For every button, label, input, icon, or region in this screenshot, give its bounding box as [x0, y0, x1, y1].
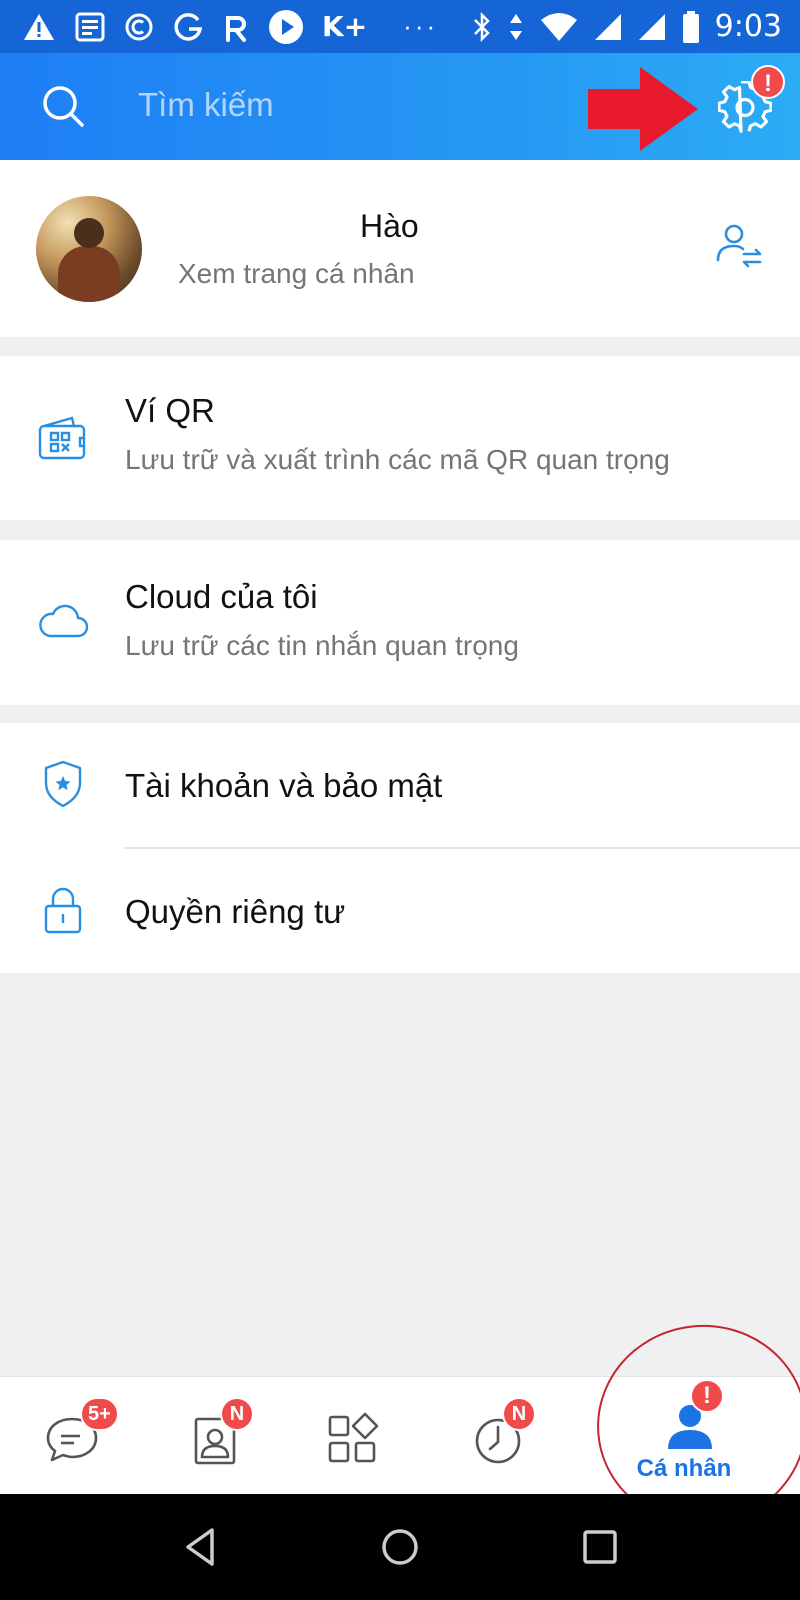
g-icon [172, 10, 204, 44]
warning-icon [22, 10, 56, 44]
status-bar: K+ ··· 9:03 [0, 0, 800, 53]
lock-icon [36, 883, 90, 937]
contacts-new-badge: N [220, 1397, 254, 1431]
kplus-icon: K+ [322, 10, 368, 43]
play-icon [268, 9, 304, 44]
data-arrows-icon [507, 10, 525, 44]
account-security-row[interactable]: Tài khoản và bảo mật [0, 723, 800, 847]
qr-wallet-title: Ví QR [125, 392, 215, 429]
profile-alert-badge: ! [690, 1379, 724, 1413]
bluetooth-icon [471, 10, 493, 44]
news-icon [74, 10, 106, 44]
tab-messages[interactable]: 5+ [16, 1377, 156, 1495]
signal-icon [593, 10, 623, 44]
search-input[interactable]: Tìm kiếm [138, 86, 274, 124]
switch-account-icon[interactable] [712, 220, 768, 276]
account-security-title: Tài khoản và bảo mật [125, 767, 443, 804]
my-cloud-row[interactable]: Cloud của tôi Lưu trữ các tin nhắn quan … [0, 540, 800, 705]
header-bar: Tìm kiếm ! [0, 53, 800, 160]
home-icon[interactable] [375, 1522, 425, 1572]
search-icon[interactable] [40, 83, 86, 129]
r-icon [222, 10, 250, 44]
settings-group: Tài khoản và bảo mật Quyền riêng tư [0, 723, 800, 973]
cloud-icon [36, 596, 90, 650]
android-navigation-bar [0, 1494, 800, 1600]
my-cloud-subtitle: Lưu trữ các tin nhắn quan trọng [125, 630, 519, 661]
wifi-icon [539, 10, 579, 44]
back-icon[interactable] [176, 1522, 226, 1572]
signal-icon [637, 10, 667, 44]
profile-name: Hào [360, 208, 419, 244]
status-right-icons: 9:03 [471, 9, 782, 44]
annotation-arrow [588, 67, 708, 151]
settings-alert-badge: ! [751, 65, 785, 99]
tab-discover[interactable] [296, 1377, 436, 1495]
more-notifications-dots: ··· [403, 11, 439, 41]
avatar[interactable] [36, 196, 142, 302]
recents-icon[interactable] [575, 1522, 625, 1572]
clock: 9:03 [714, 9, 782, 44]
view-profile-link[interactable]: Xem trang cá nhân [178, 258, 415, 290]
profile-card[interactable]: Hào Xem trang cá nhân [0, 160, 800, 337]
status-left-icons: K+ ··· [22, 9, 456, 44]
privacy-row[interactable]: Quyền riêng tư [0, 849, 800, 973]
tab-profile-label: Cá nhân [636, 1455, 732, 1482]
battery-icon [681, 10, 701, 44]
privacy-title: Quyền riêng tư [125, 893, 346, 930]
tab-profile[interactable]: ! Cá nhân [614, 1377, 754, 1495]
apps-grid-icon [326, 1411, 382, 1467]
avatar-figure-body [58, 246, 120, 302]
copyright-c-icon [124, 10, 154, 44]
timeline-new-badge: N [502, 1397, 536, 1431]
qr-wallet-row[interactable]: Ví QR Lưu trữ và xuất trình các mã QR qu… [0, 356, 800, 520]
shield-icon [36, 757, 90, 811]
messages-count-badge: 5+ [80, 1397, 119, 1431]
qr-wallet-subtitle: Lưu trữ và xuất trình các mã QR quan trọ… [125, 444, 670, 475]
my-cloud-title: Cloud của tôi [125, 578, 318, 615]
tab-timeline[interactable]: N [436, 1377, 576, 1495]
bottom-navigation: 5+ N N ! Cá nhân [0, 1376, 800, 1494]
tab-contacts[interactable]: N [156, 1377, 296, 1495]
avatar-figure-head [74, 218, 104, 248]
qr-wallet-icon [36, 412, 90, 466]
